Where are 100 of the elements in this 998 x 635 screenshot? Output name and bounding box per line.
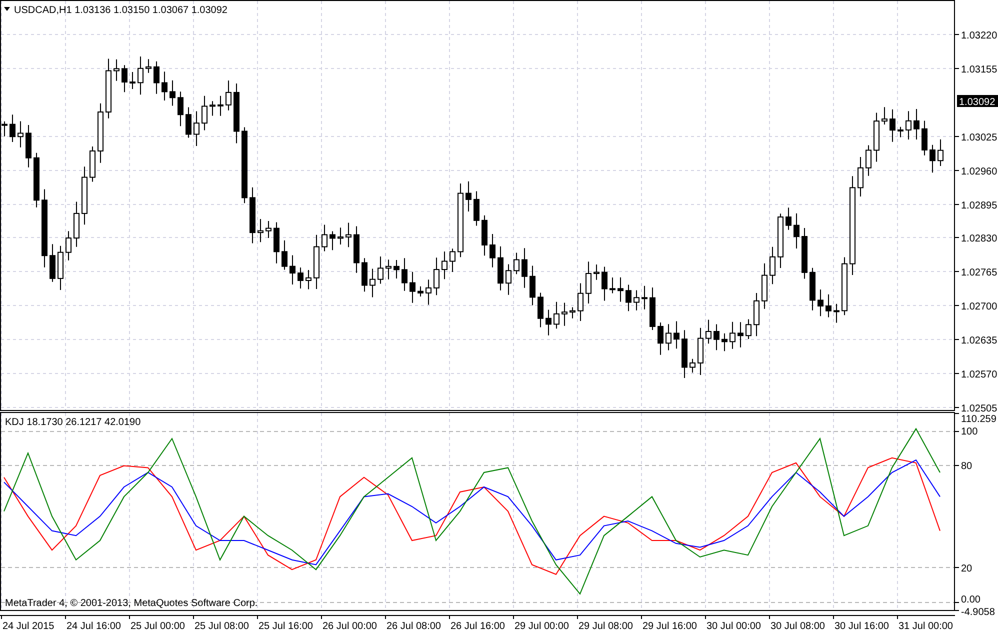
candlestick [450, 248, 456, 272]
time-axis-label: 25 Jul 16:00 [258, 621, 313, 632]
time-axis-label: 25 Jul 00:00 [130, 621, 185, 632]
candlestick [490, 234, 496, 268]
candlestick [426, 279, 432, 306]
candlestick [170, 80, 176, 106]
indicator-axis-label: -4.9058 [961, 607, 995, 615]
candlestick [370, 268, 376, 298]
candlestick [330, 230, 336, 251]
candlestick [98, 102, 104, 164]
candlestick [258, 218, 264, 243]
candlestick [874, 112, 880, 162]
candlestick [218, 95, 224, 116]
candlestick [746, 318, 752, 340]
price-axis-label: 1.02700 [961, 302, 998, 312]
candlestick [754, 292, 760, 337]
candlestick [82, 166, 88, 226]
candlestick [914, 108, 920, 140]
candlestick [282, 240, 288, 270]
price-axis-label: 1.02570 [961, 370, 998, 380]
candlestick [506, 264, 512, 296]
candlestick [610, 277, 616, 294]
candlestick [498, 246, 504, 291]
time-axis-label: 30 Jul 00:00 [706, 621, 761, 632]
candlestick [250, 186, 256, 244]
time-axis-label: 26 Jul 16:00 [450, 621, 505, 632]
candlestick [538, 292, 544, 328]
candlestick [210, 100, 216, 116]
time-axis-label: 30 Jul 16:00 [834, 621, 889, 632]
candlestick [58, 245, 64, 290]
candlestick [322, 224, 328, 252]
candlestick [226, 80, 232, 111]
candlestick [810, 267, 816, 311]
candlestick [162, 71, 168, 102]
candlestick [922, 120, 928, 156]
time-axis-label: 24 Jul 16:00 [66, 621, 121, 632]
candlestick [522, 248, 528, 288]
price-axis-label: 1.02765 [961, 268, 998, 278]
candlestick [554, 301, 560, 330]
candlestick [266, 220, 272, 239]
candlestick [762, 262, 768, 310]
candlestick [594, 264, 600, 280]
candlestick [378, 256, 384, 284]
candlestick [842, 256, 848, 316]
candlestick [362, 258, 368, 292]
candlestick [738, 322, 744, 348]
candlestick [658, 322, 664, 356]
candlestick [138, 56, 144, 96]
candlestick [306, 270, 312, 290]
current-price-label: 1.03092 [957, 95, 998, 108]
candlestick [290, 254, 296, 286]
candlestick [474, 190, 480, 226]
time-axis-label: 26 Jul 08:00 [386, 621, 441, 632]
candlestick [882, 106, 888, 126]
candlestick [186, 106, 192, 138]
time-axis-label: 30 Jul 08:00 [770, 621, 825, 632]
candlestick [114, 58, 120, 82]
candlestick [514, 252, 520, 275]
candlestick [634, 290, 640, 311]
candlestick [106, 58, 112, 119]
candlestick [154, 60, 160, 94]
candlestick [898, 126, 904, 138]
candlestick [650, 287, 656, 330]
candlestick [202, 95, 208, 131]
candlestick [858, 156, 864, 197]
time-axis-label: 25 Jul 08:00 [194, 621, 249, 632]
candlestick [66, 230, 72, 261]
candlestick [18, 120, 24, 148]
candlestick [602, 266, 608, 302]
candlestick [938, 138, 944, 166]
candlestick [346, 222, 352, 248]
time-axis-label: 24 Jul 2015 [2, 621, 54, 632]
candlestick [466, 180, 472, 212]
candlestick [682, 330, 688, 378]
price-axis-label: 1.03155 [961, 64, 998, 76]
candlestick [834, 303, 840, 324]
price-axis-label: 1.02635 [961, 336, 998, 346]
dropdown-triangle-icon [4, 7, 10, 11]
candlestick [714, 324, 720, 351]
candlestick [26, 124, 32, 168]
candlestick [530, 265, 536, 306]
price-axis-label: 1.03025 [961, 132, 998, 144]
candlestick [570, 306, 576, 319]
price-axis-label: 1.03220 [961, 30, 998, 42]
candlestick [2, 120, 8, 137]
candlestick [866, 144, 872, 176]
candlestick [354, 226, 360, 274]
candlestick [722, 332, 728, 352]
time-axis-label: 29 Jul 16:00 [642, 621, 697, 632]
candlestick [794, 212, 800, 249]
candlestick [546, 309, 552, 336]
candlestick [666, 324, 672, 351]
candlestick [130, 71, 136, 90]
candlestick [274, 222, 280, 264]
candlestick [122, 64, 128, 93]
candlestick [826, 294, 832, 318]
candlestick [74, 201, 80, 248]
time-axis-label: 31 Jul 00:00 [898, 621, 953, 632]
candlestick [34, 152, 40, 208]
candlestick [586, 261, 592, 304]
